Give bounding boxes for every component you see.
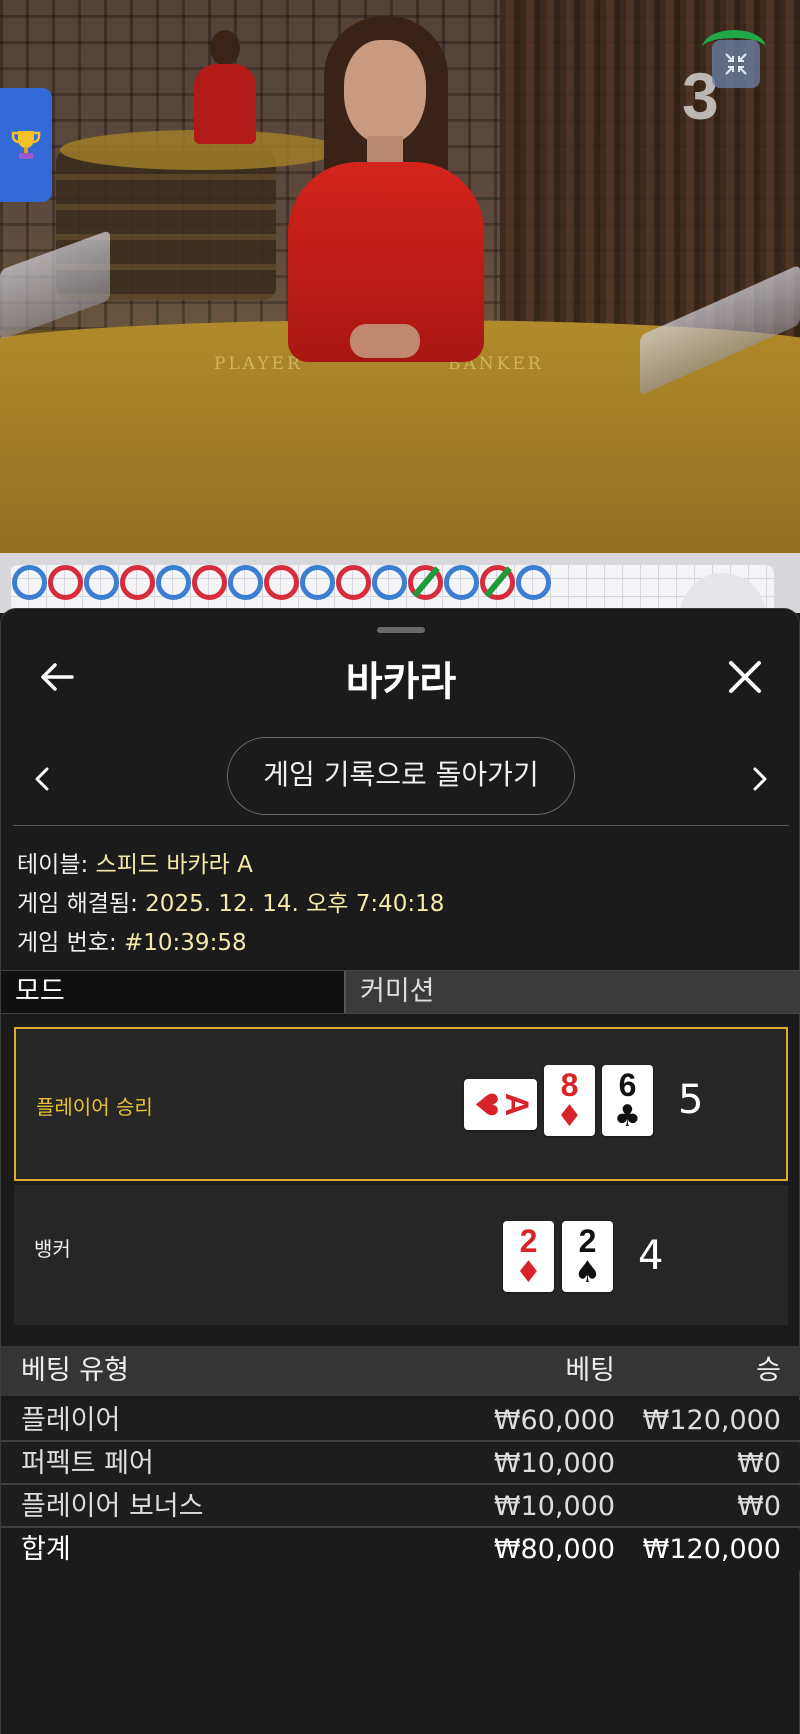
background-dealer bbox=[190, 30, 260, 144]
tab-commission[interactable]: 커미션 bbox=[346, 971, 800, 1013]
bets-table-header: 베팅 유형 베팅 승 bbox=[1, 1346, 800, 1396]
collapse-button[interactable] bbox=[712, 40, 760, 88]
close-button[interactable] bbox=[723, 655, 767, 699]
info-game-number: 게임 번호: #10:39:58 bbox=[17, 923, 247, 957]
chevron-right-icon bbox=[753, 767, 767, 791]
header-bet: 베팅 bbox=[565, 1355, 615, 1386]
player-card-3-suit: ♣ bbox=[614, 1099, 641, 1134]
bet-row-win: ₩0 bbox=[737, 1491, 781, 1522]
banker-hand-label: 뱅커 bbox=[34, 1237, 71, 1261]
banker-card-2-suit: ♠ bbox=[574, 1255, 601, 1290]
app-root: PLAYER BANKER 3 바카라 게임 기록으로 돌아가기 테이블: 스피… bbox=[0, 0, 800, 1734]
bet-row-amount: ₩60,000 bbox=[493, 1405, 615, 1436]
back-to-history-button[interactable]: 게임 기록으로 돌아가기 bbox=[227, 737, 575, 815]
player-card-3: 6 ♣ bbox=[602, 1065, 653, 1136]
bead-banker bbox=[192, 565, 227, 600]
player-score: 5 bbox=[678, 1077, 704, 1123]
player-card-2: 8 ♦ bbox=[544, 1065, 595, 1136]
bet-row-type: 플레이어 보너스 bbox=[21, 1491, 204, 1522]
bet-row-win: ₩120,000 bbox=[642, 1405, 781, 1436]
bead-player bbox=[228, 565, 263, 600]
trophy-button[interactable] bbox=[0, 88, 52, 202]
banker-card-1-suit: ♦ bbox=[515, 1255, 542, 1290]
player-card-2-suit: ♦ bbox=[556, 1099, 583, 1134]
bet-row: 퍼펙트 페어 ₩10,000 ₩0 bbox=[1, 1443, 800, 1485]
player-card-1-suit: ♥ bbox=[468, 1091, 503, 1118]
tab-mode[interactable]: 모드 bbox=[1, 971, 346, 1013]
bead-banker bbox=[480, 565, 515, 600]
bet-row: 플레이어 ₩60,000 ₩120,000 bbox=[1, 1400, 800, 1442]
bead-player bbox=[516, 565, 551, 600]
player-hand: 플레이어 승리 A ♥ 8 ♦ 6 ♣ 5 bbox=[14, 1027, 788, 1181]
banker-card-1-rank: 2 bbox=[519, 1223, 538, 1259]
roadmap-strip bbox=[0, 553, 800, 659]
banker-card-2-rank: 2 bbox=[578, 1223, 597, 1259]
bead-banker bbox=[120, 565, 155, 600]
previous-game-button[interactable] bbox=[27, 759, 57, 799]
tie-slash bbox=[412, 566, 440, 598]
sheet-drag-handle[interactable] bbox=[377, 627, 425, 633]
info-table-label: 테이블: bbox=[17, 852, 96, 878]
trophy-icon bbox=[11, 131, 41, 159]
bet-row-win: ₩0 bbox=[737, 1448, 781, 1479]
tie-slash bbox=[484, 566, 512, 598]
mode-tabs: 모드 커미션 bbox=[1, 970, 800, 1014]
divider bbox=[13, 825, 789, 826]
player-card-2-rank: 8 bbox=[560, 1067, 579, 1103]
bead-road bbox=[12, 565, 551, 601]
bet-total-label: 합계 bbox=[21, 1534, 71, 1565]
info-number-label: 게임 번호: bbox=[17, 930, 125, 956]
back-button[interactable] bbox=[37, 657, 77, 697]
info-table: 테이블: 스피드 바카라 A bbox=[17, 845, 253, 879]
player-card-3-rank: 6 bbox=[618, 1067, 637, 1103]
bet-total-row: 합계 ₩80,000 ₩120,000 bbox=[1, 1529, 800, 1571]
player-hand-label: 플레이어 승리 bbox=[36, 1095, 153, 1119]
bet-row-type: 플레이어 bbox=[21, 1405, 121, 1436]
bet-row-amount: ₩10,000 bbox=[493, 1491, 615, 1522]
bead-player bbox=[300, 565, 335, 600]
next-game-button[interactable] bbox=[745, 759, 775, 799]
game-detail-sheet: 바카라 게임 기록으로 돌아가기 테이블: 스피드 바카라 A 게임 해결됨: … bbox=[0, 608, 800, 1734]
banker-score: 4 bbox=[638, 1233, 664, 1279]
chevron-left-icon bbox=[35, 767, 49, 791]
banker-hand: 뱅커 2 ♦ 2 ♠ 4 bbox=[14, 1185, 788, 1325]
info-number-value: #10:39:58 bbox=[124, 930, 247, 956]
bet-row-type: 퍼펙트 페어 bbox=[21, 1448, 154, 1479]
arrow-left-icon bbox=[41, 663, 74, 691]
info-resolved-label: 게임 해결됨: bbox=[17, 891, 146, 917]
header-win: 승 bbox=[756, 1355, 781, 1386]
bet-total-win: ₩120,000 bbox=[642, 1534, 781, 1565]
close-icon bbox=[729, 661, 761, 693]
banker-card-1: 2 ♦ bbox=[503, 1221, 554, 1292]
info-resolved: 게임 해결됨: 2025. 12. 14. 오후 7:40:18 bbox=[17, 884, 444, 918]
player-card-1: A ♥ bbox=[464, 1079, 537, 1130]
bead-player bbox=[12, 565, 47, 600]
banker-card-2: 2 ♠ bbox=[562, 1221, 613, 1292]
bet-row: 플레이어 보너스 ₩10,000 ₩0 bbox=[1, 1486, 800, 1528]
bead-banker bbox=[408, 565, 443, 600]
bead-player bbox=[156, 565, 191, 600]
bead-player bbox=[84, 565, 119, 600]
header-bet-type: 베팅 유형 bbox=[21, 1355, 129, 1386]
live-video: PLAYER BANKER 3 bbox=[0, 0, 800, 553]
bead-player bbox=[444, 565, 479, 600]
bet-row-amount: ₩10,000 bbox=[493, 1448, 615, 1479]
bead-banker bbox=[336, 565, 371, 600]
dealer bbox=[272, 16, 502, 396]
info-resolved-value: 2025. 12. 14. 오후 7:40:18 bbox=[145, 891, 445, 917]
bet-total-amount: ₩80,000 bbox=[493, 1534, 615, 1565]
bead-banker bbox=[48, 565, 83, 600]
player-card-1-rank: A bbox=[499, 1092, 535, 1117]
bead-player bbox=[372, 565, 407, 600]
sheet-title: 바카라 bbox=[345, 659, 457, 705]
info-table-value: 스피드 바카라 A bbox=[95, 852, 253, 878]
bead-banker bbox=[264, 565, 299, 600]
collapse-icon bbox=[725, 53, 747, 75]
